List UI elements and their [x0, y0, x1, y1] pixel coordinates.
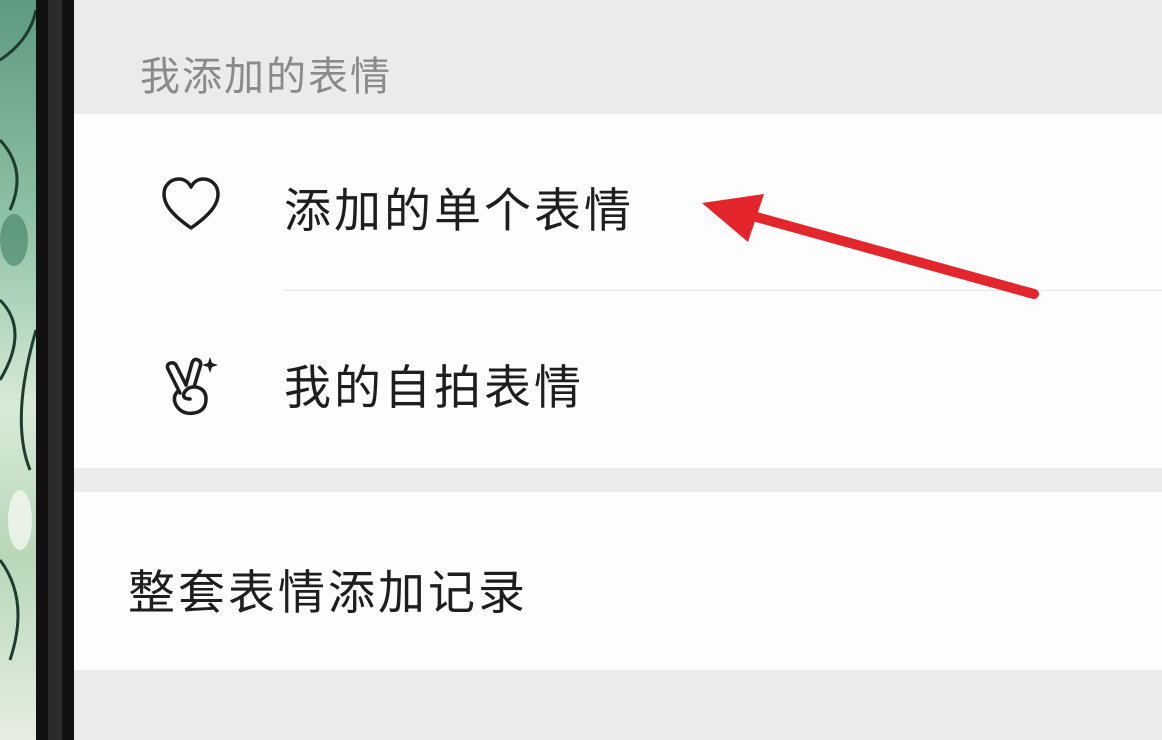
list-item-selfie-stickers[interactable]: 我的自拍表情 — [74, 291, 1162, 467]
screenshot-stage: 我添加的表情 添加的单个表情 我的自拍表情 整套表情添加记录 — [0, 0, 1162, 740]
sticker-pack-record-label: 整套表情添加记录 — [128, 566, 528, 621]
list-item-label: 我的自拍表情 — [284, 361, 584, 416]
section-header: 我添加的表情 — [74, 0, 1162, 114]
bottom-spacer — [74, 670, 1162, 740]
list-item-single-stickers[interactable]: 添加的单个表情 — [74, 114, 1162, 290]
victory-hand-sparkle-icon — [158, 353, 224, 416]
section-gap — [74, 468, 1162, 492]
sticker-settings-screen: 我添加的表情 添加的单个表情 我的自拍表情 整套表情添加记录 — [74, 0, 1162, 740]
sticker-pack-record-item[interactable]: 整套表情添加记录 — [74, 492, 1162, 670]
phone-bezel — [36, 0, 74, 740]
wallpaper-strip — [0, 0, 36, 740]
section-title: 我添加的表情 — [140, 54, 392, 100]
list-item-label: 添加的单个表情 — [284, 184, 634, 239]
added-stickers-card: 添加的单个表情 我的自拍表情 — [74, 114, 1162, 468]
heart-icon — [158, 176, 224, 236]
